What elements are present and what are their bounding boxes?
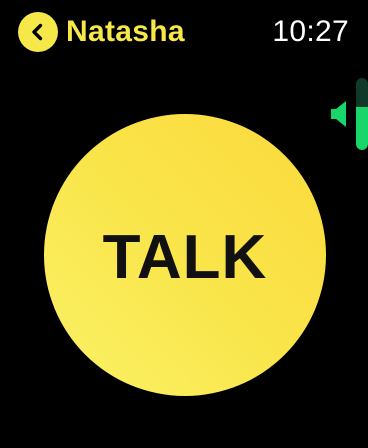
clock-time: 10:27 — [272, 15, 349, 48]
volume-level-fill — [356, 106, 368, 150]
chevron-left-icon — [18, 12, 58, 52]
contact-name: Natasha — [66, 15, 185, 48]
back-button[interactable]: Natasha — [18, 12, 185, 52]
speaker-icon — [330, 98, 348, 130]
talk-button[interactable]: TALK — [44, 114, 326, 396]
volume-slider[interactable] — [356, 78, 368, 150]
talk-label: TALK — [102, 223, 268, 292]
